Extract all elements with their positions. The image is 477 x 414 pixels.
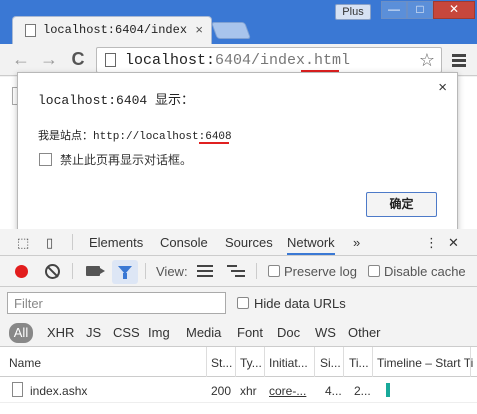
clear-icon[interactable] (45, 264, 60, 279)
tab-elements[interactable]: Elements (89, 235, 143, 250)
devtools-close-icon[interactable]: ✕ (448, 235, 459, 251)
disable-cache-checkbox[interactable] (368, 265, 380, 277)
column-timeline[interactable]: Timeline – Start Time (377, 356, 473, 370)
url-host: localhost: (125, 52, 216, 69)
type-filter-doc[interactable]: Doc (277, 325, 300, 340)
forward-button[interactable]: → (38, 48, 60, 70)
type-filter-img[interactable]: Img (148, 325, 170, 340)
page-favicon-icon (25, 24, 36, 37)
column-name[interactable]: Name (9, 356, 199, 370)
overview-icon[interactable] (227, 265, 245, 280)
row-size: 4... (325, 384, 342, 398)
inspect-element-icon[interactable]: ⬚ (17, 235, 29, 251)
dialog-close-icon[interactable]: × (438, 79, 447, 96)
network-toolbar: View: Preserve log Disable cache (0, 256, 477, 287)
message-port-underline (199, 142, 229, 144)
tab-close-icon[interactable]: × (195, 22, 203, 37)
type-filter-css[interactable]: CSS (113, 325, 140, 340)
tab-sources[interactable]: Sources (225, 235, 273, 250)
row-time: 2... (354, 384, 371, 398)
preserve-log-checkbox[interactable] (268, 265, 280, 277)
back-button[interactable]: ← (10, 48, 32, 70)
browser-tab[interactable]: localhost:6404/index.ht × (12, 16, 212, 44)
filter-input[interactable] (7, 292, 226, 314)
column-time[interactable]: Ti... (349, 356, 371, 370)
devtools-tabbar: ⬚ ▯ Elements Console Sources Network » ⋮… (0, 229, 477, 256)
minimize-button[interactable]: — (381, 1, 407, 19)
maximize-button[interactable]: □ (407, 1, 433, 19)
view-label: View: (156, 264, 188, 279)
type-filter-all[interactable]: All (9, 323, 33, 343)
column-status[interactable]: St... (211, 356, 235, 370)
divider (72, 234, 73, 250)
record-icon[interactable] (15, 265, 28, 278)
tab-title: localhost:6404/index.ht (43, 23, 188, 37)
large-rows-icon[interactable] (197, 265, 213, 280)
ok-button[interactable]: 确定 (366, 192, 437, 217)
tab-console[interactable]: Console (160, 235, 208, 250)
dialog-message-prefix: 我是站点：http://localhost: (38, 131, 206, 143)
hide-data-urls-label: Hide data URLs (254, 296, 346, 311)
type-filter-other[interactable]: Other (348, 325, 381, 340)
reload-button[interactable]: C (67, 48, 89, 70)
divider (256, 263, 257, 279)
device-mode-icon[interactable]: ▯ (46, 235, 53, 251)
more-tabs-icon[interactable]: » (353, 235, 360, 250)
row-type: xhr (240, 384, 257, 398)
type-filter-media[interactable]: Media (186, 325, 221, 340)
url-port: 6404 (215, 52, 252, 69)
capture-screenshots-icon[interactable] (86, 266, 105, 276)
row-name[interactable]: index.ashx (30, 384, 200, 398)
filter-icon[interactable] (112, 260, 138, 284)
type-filter-xhr[interactable]: XHR (47, 325, 74, 340)
tab-network[interactable]: Network (287, 235, 335, 255)
disable-cache-label: Disable cache (384, 264, 466, 279)
browser-titlebar: localhost:6404/index.ht × Plus — □ ✕ (0, 0, 477, 44)
preserve-log-label: Preserve log (284, 264, 357, 279)
table-empty-area (0, 403, 477, 414)
row-initiator-link[interactable]: core-... (269, 384, 311, 398)
browser-menu-icon[interactable] (452, 54, 466, 69)
column-type[interactable]: Ty... (240, 356, 264, 370)
type-filter-font[interactable]: Font (237, 325, 263, 340)
suppress-label: 禁止此页再显示对话框。 (60, 153, 193, 167)
bookmark-star-icon[interactable]: ☆ (419, 50, 435, 71)
new-tab-button[interactable] (210, 22, 252, 39)
page-icon (105, 53, 116, 67)
suppress-checkbox[interactable] (39, 153, 52, 166)
url-path: /index.html (251, 52, 351, 69)
url-text[interactable]: localhost:6404/index.html (125, 52, 350, 69)
column-initiator[interactable]: Initiat... (269, 356, 311, 370)
column-size[interactable]: Si... (320, 356, 342, 370)
window-close-button[interactable]: ✕ (433, 1, 475, 19)
table-row[interactable]: index.ashx 200 xhr core-... 4... 2... (0, 377, 477, 403)
address-bar[interactable]: localhost:6404/index.html ☆ (96, 47, 442, 73)
timeline-bar (386, 383, 390, 397)
divider (72, 263, 73, 279)
network-table-header: Name St... Ty... Initiat... Si... Ti... … (0, 347, 477, 377)
plus-badge[interactable]: Plus (335, 4, 371, 20)
alert-dialog: localhost:6404 显示： × 我是站点：http://localho… (17, 72, 458, 235)
row-status: 200 (211, 384, 232, 398)
type-filter-ws[interactable]: WS (315, 325, 336, 340)
hide-data-urls-checkbox[interactable] (237, 297, 249, 309)
file-icon (12, 382, 23, 397)
dialog-heading: localhost:6404 显示： (38, 93, 195, 108)
filter-bar: Hide data URLs (0, 287, 477, 319)
divider (145, 263, 146, 279)
resource-type-filters: All XHR JS CSS Img Media Font Doc WS Oth… (0, 319, 477, 347)
dialog-message: 我是站点：http://localhost:6408 (38, 127, 232, 143)
type-filter-js[interactable]: JS (86, 325, 101, 340)
devtools-menu-icon[interactable]: ⋮ (425, 235, 438, 251)
suppress-dialogs-option[interactable]: 禁止此页再显示对话框。 (39, 151, 192, 168)
